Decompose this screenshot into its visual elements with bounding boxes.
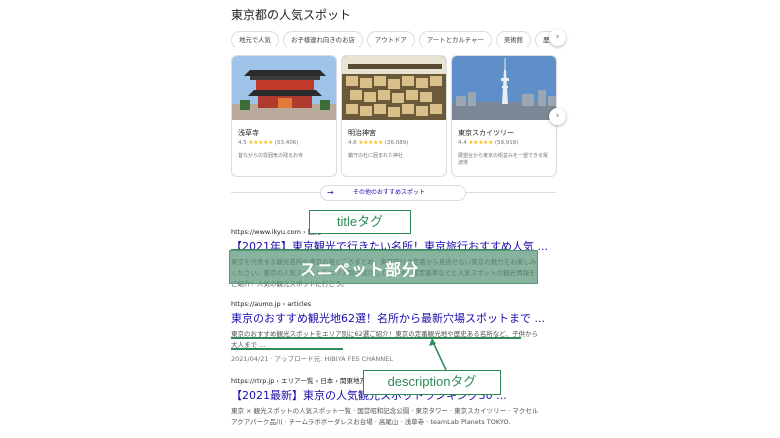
skytree-photo — [452, 56, 556, 120]
card-description: 昔ながらの雰囲気の残るお寺 — [238, 153, 304, 159]
card-rating: 4.4 ★★★★★ (59,918) — [458, 140, 518, 146]
description-tag-callout: descriptionタグ — [363, 370, 501, 395]
chip-museum[interactable]: 美術館 — [495, 31, 532, 47]
card-name: 明治神宮 — [348, 129, 376, 137]
review-count: (59,918) — [494, 140, 519, 146]
card-name: 浅草寺 — [238, 129, 259, 137]
result-url[interactable]: https://aumo.jp › articles — [231, 300, 545, 308]
result-snippet: 東京 × 観光スポットの人気スポット一覧 · 国営昭和記念公園 · 東京タワー … — [231, 407, 539, 426]
spot-card-skytree[interactable]: 東京スカイツリー 4.4 ★★★★★ (59,918) 展望台から東京の街並みを… — [451, 55, 557, 177]
chevron-right-icon[interactable]: › — [549, 29, 566, 46]
description-underline — [231, 348, 343, 350]
rating-value: 4.6 — [348, 140, 357, 146]
search-result: https://aumo.jp › articles 東京のおすすめ観光地62選… — [231, 300, 545, 363]
card-rating: 4.5 ★★★★★ (53,406) — [238, 140, 298, 146]
chevron-right-icon[interactable]: › — [549, 108, 566, 125]
review-count: (26,089) — [384, 140, 409, 146]
chip-local-popular[interactable]: 地元で人気 — [231, 31, 279, 47]
chip-art-culture[interactable]: アートとカルチャー — [418, 31, 492, 47]
card-description: 展望台から東京の街並みを一望できる電波塔 — [458, 153, 548, 166]
star-rating-icon: ★★★★★ — [248, 140, 274, 146]
star-rating-icon: ★★★★★ — [468, 140, 494, 146]
result-title[interactable]: 東京のおすすめ観光地62選！名所から最新穴場スポットまで ... — [231, 310, 545, 326]
card-description: 鎮守の杜に囲まれた神社 — [348, 153, 404, 159]
pointer-arrow-icon — [429, 338, 447, 371]
description-underline — [231, 337, 521, 339]
category-chips: 地元で人気お子様連れ向きのお店アウトドアアートとカルチャー美術館歴史 — [231, 27, 551, 47]
review-count: (53,406) — [274, 140, 299, 146]
rating-value: 4.4 — [458, 140, 467, 146]
chip-outdoor[interactable]: アウトドア — [366, 31, 415, 47]
arrow-right-icon: → — [327, 188, 334, 197]
result-date: 2021/04/21 · アップロード元: HIBIYA FES CHANNEL — [231, 355, 393, 363]
rating-value: 4.5 — [238, 140, 247, 146]
meijijingu-photo — [342, 56, 446, 120]
chip-family[interactable]: お子様連れ向きのお店 — [282, 31, 363, 47]
more-spots-label: その他のおすすめスポット — [353, 189, 426, 196]
star-rating-icon: ★★★★★ — [358, 140, 384, 146]
sensoji-photo — [232, 56, 336, 120]
spot-card-meijijingu[interactable]: 明治神宮 4.6 ★★★★★ (26,089) 鎮守の杜に囲まれた神社 — [341, 55, 447, 177]
card-name: 東京スカイツリー — [458, 129, 514, 137]
title-tag-callout: titleタグ — [309, 210, 411, 234]
snippet-part-label: スニペット部分 — [300, 260, 420, 279]
card-rating: 4.6 ★★★★★ (26,089) — [348, 140, 408, 146]
spot-card-sensoji[interactable]: 浅草寺 4.5 ★★★★★ (53,406) 昔ながらの雰囲気の残るお寺 — [231, 55, 337, 177]
more-spots-button[interactable]: → その他のおすすめスポット — [320, 185, 466, 201]
section-title: 東京都の人気スポット — [231, 8, 352, 22]
